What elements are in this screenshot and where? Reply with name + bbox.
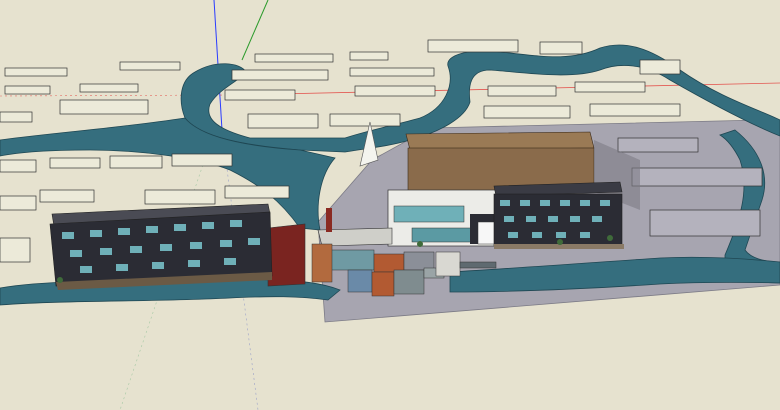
footprint xyxy=(0,237,31,263)
window xyxy=(190,242,202,249)
window xyxy=(548,216,558,222)
window xyxy=(248,238,260,245)
window xyxy=(80,266,92,273)
window xyxy=(202,222,214,229)
window xyxy=(174,224,186,231)
window xyxy=(224,258,236,265)
window xyxy=(504,216,514,222)
footprint xyxy=(231,69,329,81)
window xyxy=(570,216,580,222)
window xyxy=(146,226,158,233)
footprint xyxy=(539,41,583,55)
window xyxy=(508,232,518,238)
footprint xyxy=(224,89,296,101)
footprint xyxy=(483,105,571,119)
viewport xyxy=(0,0,780,410)
window xyxy=(70,250,82,257)
west-residential-row xyxy=(49,203,273,290)
footprint xyxy=(631,167,763,187)
window xyxy=(540,200,550,206)
footprint xyxy=(247,113,319,129)
footprint xyxy=(649,209,761,237)
paving-tile xyxy=(371,271,395,297)
footprint xyxy=(224,185,290,199)
footprint xyxy=(427,39,519,53)
footprint xyxy=(487,85,557,97)
footprint xyxy=(79,83,139,93)
central-building-glass xyxy=(393,205,465,223)
paving-tile xyxy=(373,253,405,273)
footprint xyxy=(4,85,51,95)
footprint xyxy=(0,159,37,173)
window xyxy=(230,220,242,227)
paving-tile xyxy=(329,249,375,271)
tree xyxy=(607,235,613,241)
footprint xyxy=(39,189,95,203)
window xyxy=(188,260,200,267)
window xyxy=(62,232,74,239)
window xyxy=(90,230,102,237)
window xyxy=(526,216,536,222)
footprint xyxy=(254,53,334,63)
paving-tile xyxy=(393,269,425,295)
footprint xyxy=(639,59,681,75)
paving-tile xyxy=(347,269,373,293)
window xyxy=(556,232,566,238)
footprint xyxy=(109,155,163,169)
window xyxy=(532,232,542,238)
central-building xyxy=(387,189,499,247)
footprint xyxy=(59,99,149,115)
footprint xyxy=(354,85,436,97)
window xyxy=(100,248,112,255)
footprint xyxy=(4,67,68,77)
window xyxy=(580,232,590,238)
footprint xyxy=(119,61,181,71)
red-wall xyxy=(267,223,306,287)
footprint xyxy=(589,103,681,117)
tree xyxy=(557,239,563,245)
paving-tile xyxy=(459,261,497,269)
window xyxy=(500,200,510,206)
footprint xyxy=(0,111,33,123)
window xyxy=(152,262,164,269)
window xyxy=(130,246,142,253)
window xyxy=(520,200,530,206)
window xyxy=(600,200,610,206)
footprint xyxy=(0,195,37,211)
footprint xyxy=(574,81,646,93)
clubhouse-roof xyxy=(405,131,595,151)
window xyxy=(580,200,590,206)
window xyxy=(220,240,232,247)
east-residential-row xyxy=(493,181,624,249)
red-tower xyxy=(326,208,332,232)
footprint xyxy=(144,189,216,205)
footprint xyxy=(617,137,699,153)
footprint xyxy=(349,51,389,61)
pier xyxy=(311,243,333,283)
footprint xyxy=(349,67,435,77)
footprint xyxy=(329,113,401,127)
paving-tile xyxy=(435,251,461,277)
window xyxy=(592,216,602,222)
footprint xyxy=(49,157,101,169)
window xyxy=(116,264,128,271)
window xyxy=(118,228,130,235)
window xyxy=(160,244,172,251)
central-building-glass xyxy=(411,227,473,243)
tree xyxy=(57,277,63,283)
tree xyxy=(417,241,423,247)
paving-tile xyxy=(403,251,435,271)
window xyxy=(560,200,570,206)
footprint xyxy=(171,153,233,167)
